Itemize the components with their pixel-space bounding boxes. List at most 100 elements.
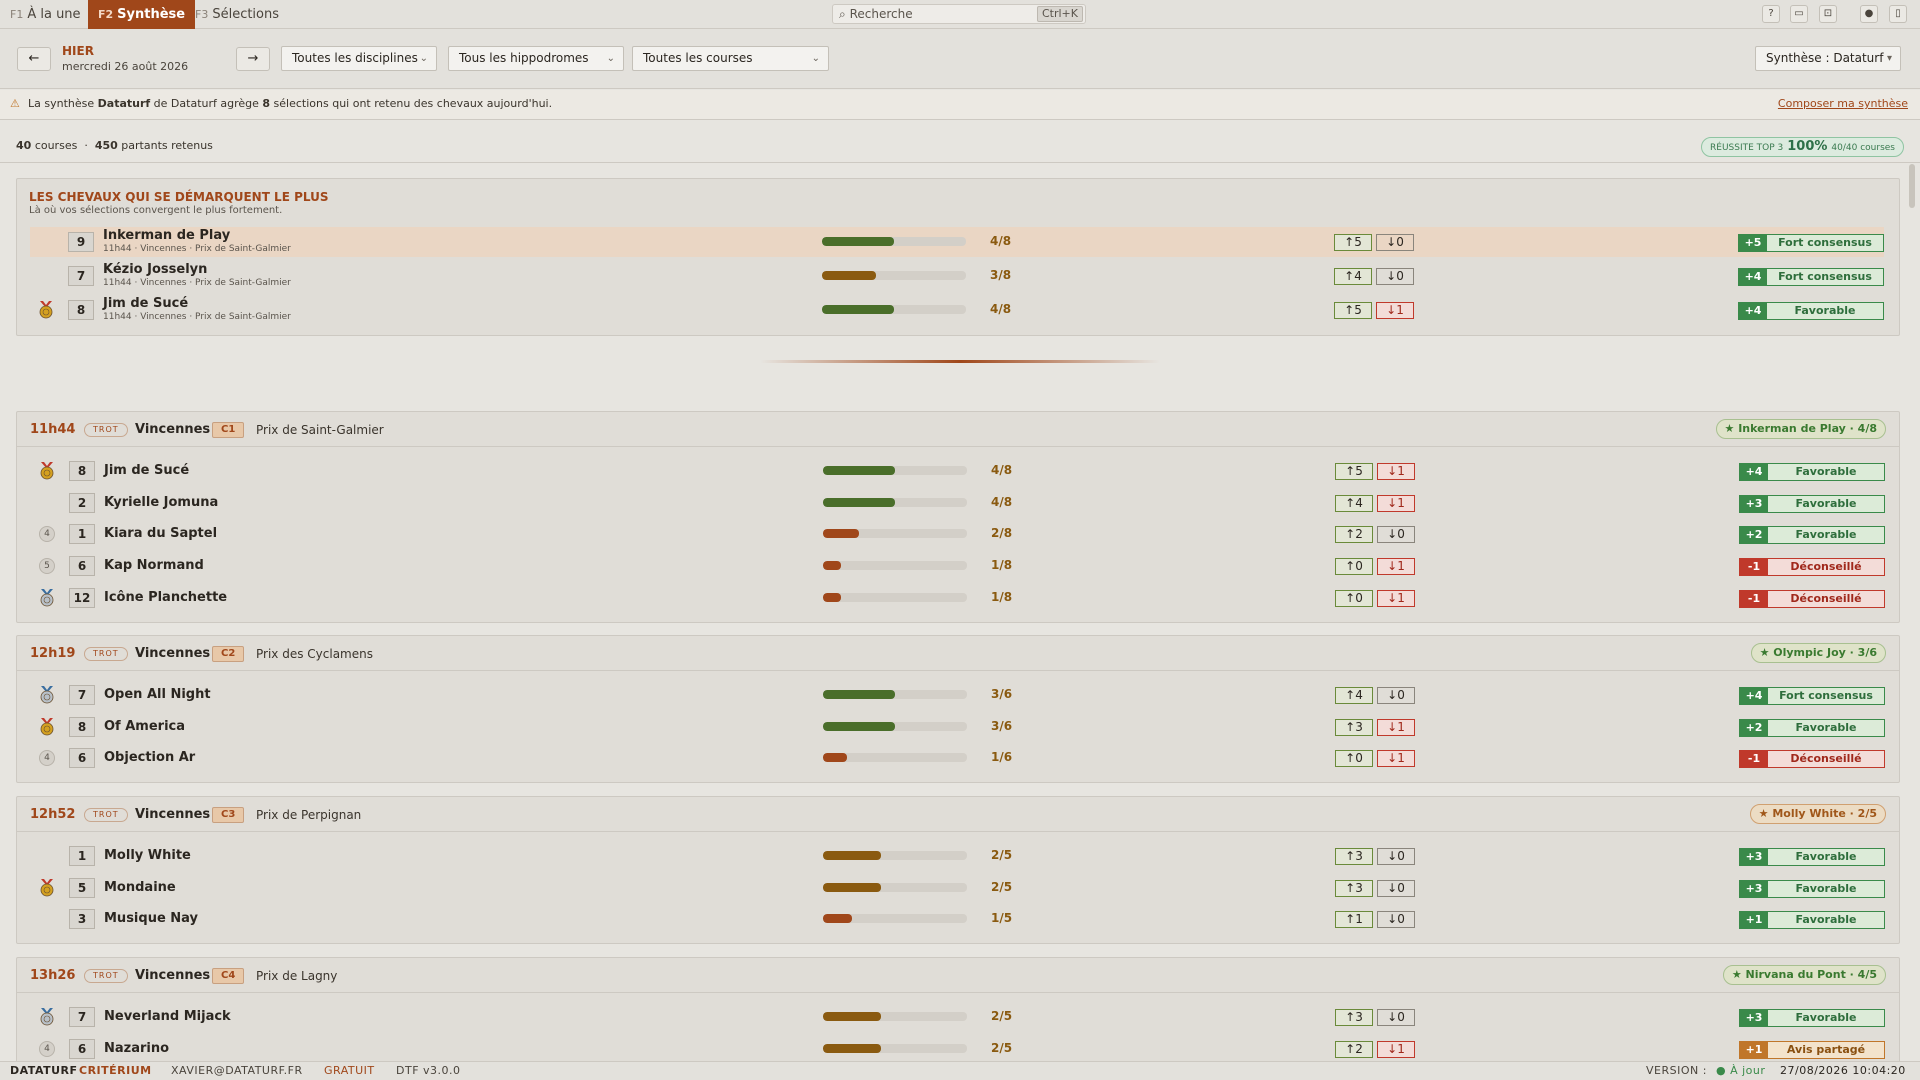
consensus-fill	[823, 914, 852, 924]
consensus-bar	[822, 271, 966, 280]
score-badge: +1 Avis partagé	[1739, 1040, 1885, 1059]
compose-synthese-link[interactable]: Composer ma synthèse	[1778, 90, 1908, 118]
panel-icon[interactable]: ▯	[1889, 5, 1907, 23]
tab-synthese[interactable]: F2 Synthèse	[88, 0, 196, 29]
course-select[interactable]: Toutes les courses ⌄	[632, 46, 829, 71]
horse-meta: 11h44 · Vincennes · Prix de Saint-Galmie…	[103, 312, 291, 322]
consensus-bar	[823, 592, 967, 602]
horse-name[interactable]: Neverland Mijack	[104, 1009, 231, 1024]
horse-name[interactable]: Kyrielle Jomuna	[104, 495, 218, 510]
score-value: +2	[1740, 527, 1768, 544]
discipline-select[interactable]: Toutes les disciplines ⌄	[281, 46, 437, 71]
horse-row[interactable]: 4 6 Nazarino 2/5 ↑2 ↓1 +1 Avis partagé	[31, 1034, 1885, 1064]
consensus-fraction: 2/5	[991, 1009, 1013, 1023]
horse-row[interactable]: 8 Jim de Sucé 11h44 · Vincennes · Prix de …	[30, 295, 1884, 325]
votes-down: ↓1	[1377, 589, 1415, 607]
tab-a-la-une[interactable]: F1 À la une	[0, 0, 91, 29]
horse-name[interactable]: Kiara du Saptel	[104, 526, 217, 541]
horse-name[interactable]: Inkerman de Play	[103, 228, 230, 243]
consensus-fraction: 1/5	[991, 911, 1013, 926]
horse-row[interactable]: 8 Of America 3/6 ↑3 ↓1 +2 Favorable	[31, 712, 1885, 742]
score-label: Favorable	[1768, 880, 1884, 897]
horse-name[interactable]: Kap Normand	[104, 558, 204, 573]
horse-name[interactable]: Open All Night	[104, 687, 211, 702]
caret-down-icon: ▾	[1886, 53, 1892, 64]
horse-number: 6	[69, 556, 95, 577]
votes-down: ↓0	[1377, 879, 1415, 897]
window-icon[interactable]: ⊡	[1819, 5, 1837, 23]
user-icon[interactable]: ●	[1860, 5, 1878, 23]
horse-name[interactable]: Musique Nay	[104, 911, 198, 926]
votes-down: ↓0	[1376, 234, 1414, 251]
next-day-button[interactable]: →	[236, 47, 270, 71]
consensus-bar	[823, 753, 967, 763]
horse-row[interactable]: 12 Icône Planchette 1/8 ↑0 ↓1 -1 Déconseillé	[31, 583, 1885, 613]
keyboard-icon[interactable]: ▭	[1790, 5, 1808, 23]
search-input[interactable]: ⌕ Recherche Ctrl+K	[832, 4, 1086, 24]
score-label: Favorable	[1767, 303, 1883, 319]
votes-down: ↓0	[1377, 911, 1415, 929]
horse-row[interactable]: 7 Open All Night 3/6 ↑4 ↓0 +4 Fort consensus	[31, 680, 1885, 710]
horse-name[interactable]: Kézio Josselyn	[103, 262, 207, 277]
horse-name[interactable]: Mondaine	[104, 880, 176, 895]
horse-name[interactable]: Of America	[104, 719, 185, 734]
race-time: 13h26	[30, 968, 76, 983]
synthese-select[interactable]: Synthèse : Dataturf ▾	[1755, 46, 1901, 71]
score-value: +3	[1740, 1010, 1768, 1026]
race-header[interactable]: 11h44 TROT Vincennes C1 Prix de Saint-Galmie…	[17, 412, 1899, 447]
horse-name[interactable]: Molly White	[104, 848, 191, 863]
score-badge: +4 Fort consensus	[1739, 687, 1885, 705]
horse-number: 1	[69, 846, 95, 866]
hippodrome-select[interactable]: Tous les hippodromes ⌄	[448, 46, 624, 71]
race-header[interactable]: 12h52 TROT Vincennes C3 Prix de Perpignan ★ M…	[17, 797, 1899, 832]
race-panel: 11h44 TROT Vincennes C1 Prix de Saint-Galmie…	[16, 411, 1900, 623]
horse-row[interactable]: 9 Inkerman de Play 11h44 · Vincennes · Pri…	[30, 227, 1884, 257]
consensus-fraction: 3/6	[991, 718, 1013, 733]
consensus-fill	[823, 851, 881, 860]
horse-row[interactable]: 1 Molly White 2/5 ↑3 ↓0 +3 Favorable	[31, 841, 1885, 871]
race-header[interactable]: 13h26 TROT Vincennes C4 Prix de Lagny ★ Nirva…	[17, 958, 1899, 993]
race-venue: Vincennes	[135, 422, 211, 437]
consensus-fill	[823, 1012, 881, 1021]
race-panel: 12h19 TROT Vincennes C2 Prix des Cyclamens ★ …	[16, 635, 1900, 783]
consensus-fill	[823, 882, 881, 892]
score-label: Déconseillé	[1768, 590, 1884, 607]
horse-row[interactable]: 3 Musique Nay 1/5 ↑1 ↓0 +1 Favorable	[31, 904, 1885, 934]
votes-down: ↓0	[1377, 526, 1415, 544]
votes-up: ↑0	[1335, 558, 1373, 576]
prev-day-button[interactable]: ←	[17, 47, 51, 71]
horse-number: 9	[68, 232, 94, 252]
horse-name[interactable]: Nazarino	[104, 1041, 169, 1056]
horse-name[interactable]: Icône Planchette	[104, 590, 227, 605]
day-date: mercredi 26 août 2026	[62, 60, 189, 73]
votes-up: ↑4	[1334, 268, 1372, 285]
horse-name[interactable]: Objection Ar	[104, 750, 195, 765]
votes-down: ↓0	[1377, 1009, 1415, 1026]
consensus-fill	[823, 592, 841, 602]
race-header[interactable]: 12h19 TROT Vincennes C2 Prix des Cyclamens ★ …	[17, 636, 1899, 671]
horse-row[interactable]: 7 Kézio Josselyn 11h44 · Vincennes · Prix …	[30, 261, 1884, 291]
horse-row[interactable]: 2 Kyrielle Jomuna 4/8 ↑4 ↓1 +3 Favorable	[31, 488, 1885, 518]
score-label: Fort consensus	[1767, 269, 1883, 285]
votes-up: ↑2	[1335, 1040, 1373, 1058]
consensus-bar	[823, 690, 967, 699]
horse-row[interactable]: 5 Mondaine 2/5 ↑3 ↓0 +3 Favorable	[31, 873, 1885, 903]
horse-row[interactable]: 8 Jim de Sucé 4/8 ↑5 ↓1 +4 Favorable	[31, 456, 1885, 486]
help-icon[interactable]: ?	[1762, 5, 1780, 23]
consensus-fraction: 2/8	[991, 526, 1013, 541]
horse-row[interactable]: 4 6 Objection Ar 1/6 ↑0 ↓1 -1 Déconseillé	[31, 743, 1885, 773]
score-badge: +2 Favorable	[1739, 526, 1885, 545]
consensus-bar	[823, 561, 967, 571]
horse-number: 5	[69, 877, 95, 898]
horse-row[interactable]: 5 6 Kap Normand 1/8 ↑0 ↓1 -1 Déconseillé	[31, 551, 1885, 581]
horse-name[interactable]: Jim de Sucé	[104, 463, 189, 478]
race-code: C2	[212, 646, 245, 662]
horse-row[interactable]: 4 1 Kiara du Saptel 2/8 ↑2 ↓0 +2 Favorable	[31, 519, 1885, 549]
consensus-fill	[823, 529, 859, 539]
tab-selections[interactable]: F3 Sélections	[185, 0, 289, 29]
scrollbar[interactable]	[1909, 164, 1915, 208]
consensus-fraction: 4/8	[990, 302, 1012, 316]
votes-down: ↓0	[1377, 848, 1415, 865]
horse-row[interactable]: 7 Neverland Mijack 2/5 ↑3 ↓0 +3 Favorable	[31, 1002, 1885, 1032]
horse-name[interactable]: Jim de Sucé	[103, 296, 188, 311]
